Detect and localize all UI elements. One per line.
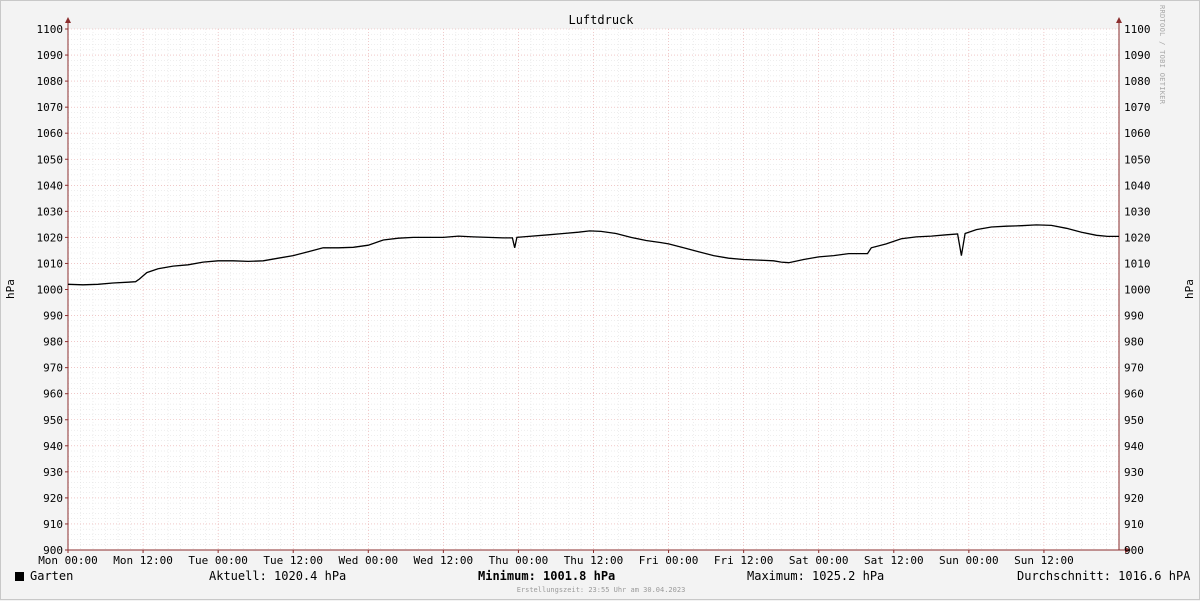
- y-tick-label-left: 920: [43, 492, 63, 505]
- y-tick-label-right: 950: [1124, 414, 1144, 427]
- x-tick-label: Wed 12:00: [414, 554, 474, 567]
- x-tick-label: Sat 12:00: [864, 554, 924, 567]
- x-tick-label: Thu 12:00: [564, 554, 624, 567]
- y-tick-label-left: 1100: [37, 23, 64, 36]
- y-tick-label-right: 1010: [1124, 257, 1151, 270]
- y-tick-label-right: 940: [1124, 440, 1144, 453]
- y-tick-label-right: 1030: [1124, 205, 1151, 218]
- legend-series: Garten: [15, 569, 73, 583]
- legend-swatch: [15, 572, 24, 581]
- legend-minimum-label: Minimum:: [478, 569, 536, 583]
- x-tick-label: Tue 12:00: [263, 554, 323, 567]
- x-tick-label: Thu 00:00: [489, 554, 549, 567]
- y-tick-label-right: 990: [1124, 310, 1144, 323]
- chart-frame: 900 900 910 910 920 920 930 930 940 940 950 950 960 9…: [0, 0, 1200, 600]
- y-tick-label-right: 1000: [1124, 284, 1151, 297]
- y-tick-label-left: 1050: [37, 153, 64, 166]
- y-axis-arrow-left: [65, 17, 71, 23]
- y-tick-label-left: 930: [43, 466, 63, 479]
- y-tick-label-left: 1070: [37, 101, 64, 114]
- y-tick-label-left: 1020: [37, 231, 64, 244]
- y-tick-label-left: 1080: [37, 75, 64, 88]
- x-tick-label: Mon 00:00: [38, 554, 98, 567]
- y-tick-label-left: 990: [43, 310, 63, 323]
- y-tick-label-right: 930: [1124, 466, 1144, 479]
- legend-minimum: Minimum: 1001.8 hPa: [478, 569, 615, 583]
- legend-minimum-value: 1001.8 hPa: [543, 569, 616, 583]
- x-tick-label: Wed 00:00: [338, 554, 398, 567]
- x-tick-label: Sun 12:00: [1014, 554, 1074, 567]
- y-tick-label-right: 970: [1124, 362, 1144, 375]
- y-tick-label-left: 1030: [37, 205, 64, 218]
- y-tick-label-right: 980: [1124, 336, 1144, 349]
- y-tick-label-right: 1090: [1124, 49, 1151, 62]
- x-tick-label: Sun 00:00: [939, 554, 999, 567]
- y-tick-label-left: 910: [43, 518, 63, 531]
- pressure-chart: 900 900910 910920 920930 930940 940950 950960 9…: [4, 13, 1196, 567]
- y-tick-label-right: 960: [1124, 388, 1144, 401]
- y-tick-label-left: 980: [43, 336, 63, 349]
- y-tick-label-right: 1100: [1124, 23, 1151, 36]
- y-tick-label-right: 900: [1124, 544, 1144, 557]
- rrdtool-watermark: RRDTOOL / TOBI OETIKER: [1158, 5, 1166, 105]
- y-tick-label-right: 1080: [1124, 75, 1151, 88]
- y-axis-label-left: hPa: [4, 279, 17, 299]
- y-tick-label-right: 910: [1124, 518, 1144, 531]
- x-tick-label: Fri 00:00: [639, 554, 699, 567]
- legend-current: Aktuell: 1020.4 hPa: [209, 569, 347, 583]
- y-tick-label-right: 1040: [1124, 179, 1151, 192]
- chart-title: Luftdruck: [568, 13, 634, 27]
- x-tick-label: Tue 00:00: [188, 554, 248, 567]
- y-tick-label-left: 1000: [37, 284, 64, 297]
- y-tick-label-right: 1050: [1124, 153, 1151, 166]
- legend-average: Durchschnitt: 1016.6 hPA: [1017, 569, 1191, 583]
- y-tick-label-left: 1010: [37, 257, 64, 270]
- legend-maximum: Maximum: 1025.2 hPa: [747, 569, 885, 583]
- y-tick-label-left: 1090: [37, 49, 64, 62]
- y-tick-label-left: 1060: [37, 127, 64, 140]
- y-tick-label-left: 950: [43, 414, 63, 427]
- y-tick-label-left: 940: [43, 440, 63, 453]
- x-tick-label: Mon 12:00: [113, 554, 173, 567]
- x-tick-label: Sat 00:00: [789, 554, 849, 567]
- creation-time-footer: Erstellungszeit: 23:55 Uhr am 30.04.2023: [516, 586, 686, 594]
- y-tick-label-right: 1020: [1124, 231, 1151, 244]
- y-tick-label-left: 960: [43, 388, 63, 401]
- y-tick-label-left: 1040: [37, 179, 64, 192]
- y-axis-label-right: hPa: [1183, 279, 1196, 299]
- y-tick-label-left: 970: [43, 362, 63, 375]
- x-tick-label: Fri 12:00: [714, 554, 774, 567]
- y-tick-label-right: 920: [1124, 492, 1144, 505]
- y-tick-label-right: 1070: [1124, 101, 1151, 114]
- y-tick-label-right: 1060: [1124, 127, 1151, 140]
- legend-series-name: Garten: [30, 569, 74, 583]
- y-axis-arrow-right: [1116, 17, 1122, 23]
